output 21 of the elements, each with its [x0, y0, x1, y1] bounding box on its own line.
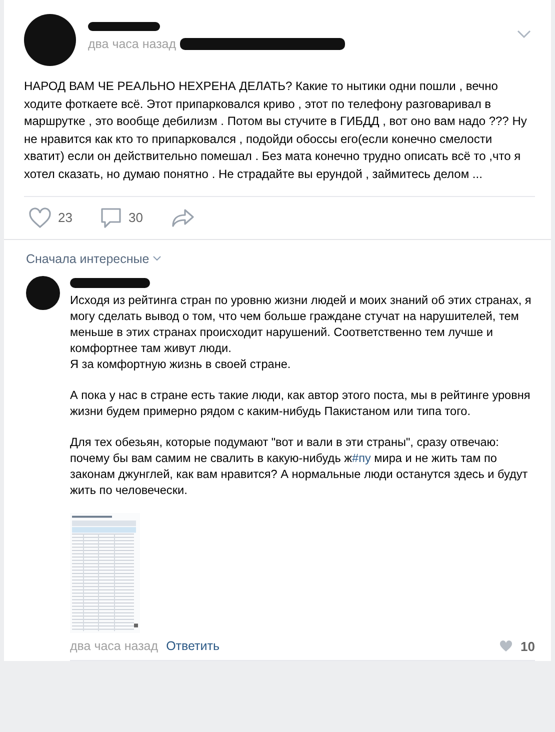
chevron-down-icon[interactable]: [517, 30, 531, 38]
hashtag-link[interactable]: #пу: [352, 450, 371, 465]
avatar[interactable]: [24, 14, 76, 66]
heart-icon[interactable]: [498, 640, 513, 652]
comment-icon[interactable]: [100, 206, 122, 229]
reply-link[interactable]: Ответить: [166, 639, 220, 654]
like-count: 23: [58, 210, 72, 226]
comment-text: Для тех обезьян, которые подумают "вот и вали в эти страны", сразу отвечаю: почему бы вам самим не свалить в какую-нибудь ж#пу мира и не жить там по законам джунглей, как вам нравится? А нормальные люди останутся здесь и будут жить по человечески.: [70, 434, 529, 498]
avatar[interactable]: [26, 276, 60, 310]
comment-text: А пока у нас в стране есть такие люди, как автор этого поста, мы в рейтинге уровня жизни будем примерно рядом с каким-нибудь Пакистаном или типа того.: [70, 386, 532, 419]
post-text: НАРОД ВАМ ЧЕ РЕАЛЬНО НЕХРЕНА ДЕЛАТЬ? Какие то нытики одни пошли , вечно ходите фоткаете всё. Этот припарковался криво , этот по телефону разговаривал в маршрутке , это вообще дебилизм . Потом вы стучите в ГИБДД , вот оно вам надо ??? Ну не нравится как кто то припарковался , подойди обоссы его(если конечно смелости хватит) если он действительно помешал . Без мата конечно трудно описать всё то ,что я хотел сказать, но думаю понятно . Не страдайте вы ерундой , займитесь делом ...: [23, 78, 528, 183]
heart-icon[interactable]: [28, 206, 52, 229]
sort-dropdown[interactable]: Сначала интересные: [26, 252, 162, 266]
comment-like-count: 10: [520, 638, 535, 654]
comment-count: 30: [128, 210, 143, 226]
chevron-down-icon: [153, 256, 162, 262]
share-icon[interactable]: [170, 208, 195, 228]
comment-time: два часа назад: [70, 639, 158, 654]
post-time: два часа назад: [88, 37, 176, 51]
comment-text: Исходя из рейтинга стран по уровню жизни людей и моих знаний об этих странах, я могу сделать вывод о том, что чем больше граждане стучат на нарушителей, тем меньше в этих странах происходит нарушений. Соответственно тем лучше и комфортнее там живут люди. Я за комфортную жизнь в своей стране.: [70, 292, 532, 372]
redaction-mark: [88, 22, 160, 31]
